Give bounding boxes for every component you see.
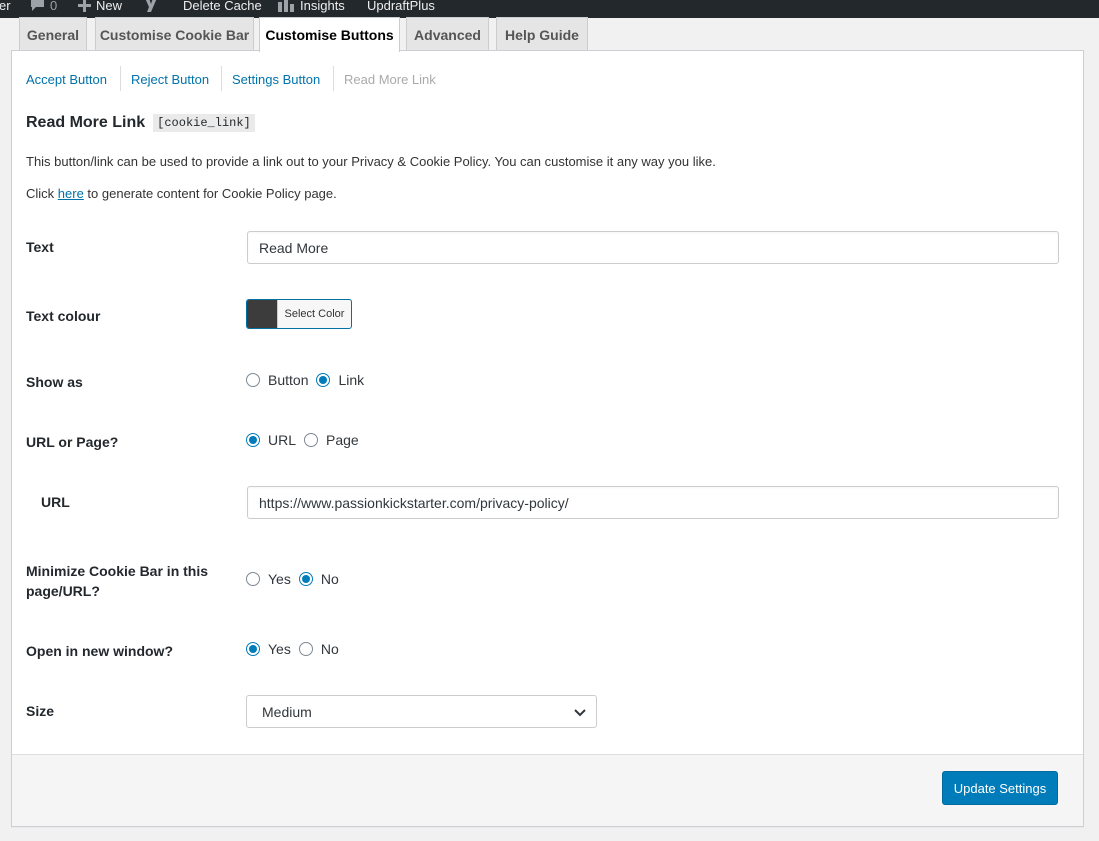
subnav-divider <box>221 66 222 91</box>
color-picker-button[interactable]: Select Color <box>246 299 352 329</box>
comments-menu[interactable]: 0 <box>30 0 57 14</box>
show-as-radio-group: Button Link <box>246 372 372 388</box>
chevron-down-icon <box>574 709 586 717</box>
subnav-reject-button[interactable]: Reject Button <box>131 72 209 87</box>
section-heading: Read More Link [cookie_link] <box>26 114 255 132</box>
minimize-yes-label: Yes <box>268 571 291 587</box>
delete-cache-label: Delete Cache <box>183 0 262 13</box>
text-input[interactable]: Read More <box>247 231 1059 264</box>
page-option-label: Page <box>326 432 359 448</box>
new-window-radio-group: Yes No <box>246 641 347 657</box>
minimize-radio-group: Yes No <box>246 571 347 587</box>
tab-customise-buttons[interactable]: Customise Buttons <box>259 17 400 52</box>
minimize-label-line2: page/URL? <box>26 583 100 599</box>
updraftplus-menu[interactable]: UpdraftPlus <box>367 0 435 14</box>
click-suffix: to generate content for Cookie Policy pa… <box>83 186 337 201</box>
admin-bar-partial-label: er <box>0 0 11 13</box>
url-radio[interactable] <box>246 433 260 447</box>
admin-bar-item-partial[interactable]: er <box>0 0 11 14</box>
generate-content-text: Click here to generate content for Cooki… <box>26 186 337 201</box>
url-input[interactable]: https://www.passionkickstarter.com/priva… <box>247 486 1059 519</box>
url-or-page-radio-group: URL Page <box>246 432 367 448</box>
section-title: Read More Link <box>26 114 146 131</box>
tab-customise-cookie-bar[interactable]: Customise Cookie Bar <box>95 17 254 51</box>
minimize-yes-radio[interactable] <box>246 572 260 586</box>
tab-advanced[interactable]: Advanced <box>406 17 489 51</box>
url-option-label: URL <box>268 432 297 448</box>
click-prefix: Click <box>26 186 58 201</box>
subnav-divider <box>120 66 121 91</box>
size-selected-value: Medium <box>262 703 312 720</box>
new-window-label: Open in new window? <box>26 643 173 659</box>
minimize-label-line1: Minimize Cookie Bar in this <box>26 563 209 579</box>
url-or-page-label: URL or Page? <box>26 434 119 450</box>
admin-bar: er 0 New Delete Cache Insights UpdraftPl… <box>0 0 1099 18</box>
new-window-no-label: No <box>320 641 339 657</box>
subnav-divider <box>333 66 334 91</box>
yoast-icon <box>145 0 157 12</box>
page-radio[interactable] <box>304 433 319 447</box>
comments-count: 0 <box>50 0 58 13</box>
color-swatch <box>247 300 278 328</box>
url-label: URL <box>41 494 70 510</box>
plus-icon <box>78 0 91 12</box>
size-label: Size <box>26 703 55 719</box>
show-as-button-radio[interactable] <box>246 373 260 387</box>
minimize-no-radio[interactable] <box>298 572 313 586</box>
new-window-yes-label: Yes <box>268 641 291 657</box>
show-as-link-radio[interactable] <box>316 373 331 387</box>
insights-label: Insights <box>300 0 345 13</box>
updraftplus-label: UpdraftPlus <box>367 0 435 13</box>
insights-menu[interactable]: Insights <box>278 0 345 14</box>
subnav-read-more-link: Read More Link <box>344 72 436 87</box>
section-description: This button/link can be used to provide … <box>26 154 716 169</box>
minimize-no-label: No <box>320 571 339 587</box>
subnav-settings-button[interactable]: Settings Button <box>232 72 320 87</box>
delete-cache-button[interactable]: Delete Cache <box>183 0 262 14</box>
subnav-accept-button[interactable]: Accept Button <box>26 72 107 87</box>
text-label: Text <box>26 239 54 255</box>
panel-footer <box>12 754 1083 826</box>
here-link[interactable]: here <box>58 186 84 201</box>
comment-icon <box>31 0 44 11</box>
new-label: New <box>96 0 123 13</box>
tab-general[interactable]: General <box>19 17 87 51</box>
bar-chart-icon <box>278 0 294 12</box>
new-window-yes-radio[interactable] <box>246 642 260 656</box>
new-menu[interactable]: New <box>78 0 122 14</box>
minimize-label: Minimize Cookie Bar in this page/URL? <box>26 561 208 601</box>
shortcode-label: [cookie_link] <box>153 114 255 132</box>
select-color-label: Select Color <box>284 308 345 320</box>
tab-help-guide[interactable]: Help Guide <box>496 17 588 51</box>
update-settings-button[interactable]: Update Settings <box>942 771 1058 805</box>
show-as-button-label: Button <box>268 372 309 388</box>
size-select[interactable]: Medium <box>246 695 597 728</box>
text-colour-label: Text colour <box>26 308 101 324</box>
new-window-no-radio[interactable] <box>298 642 313 656</box>
yoast-menu[interactable] <box>143 0 159 14</box>
show-as-label: Show as <box>26 374 83 390</box>
show-as-link-label: Link <box>338 372 365 388</box>
